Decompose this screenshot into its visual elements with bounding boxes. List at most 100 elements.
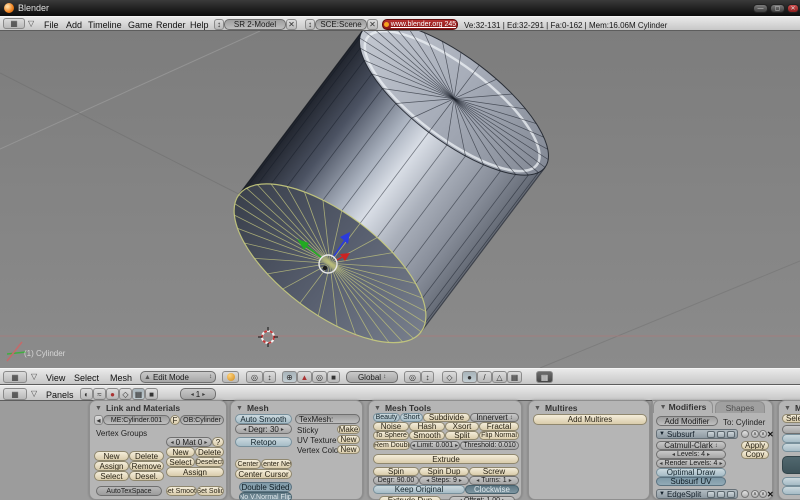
subsurf-cage-icon[interactable] [741, 430, 749, 438]
context-script-icon[interactable]: ≈ [93, 388, 106, 400]
steps-field[interactable]: ◂ Steps: 9 ▸ [419, 476, 469, 485]
no-vnormal-flip-toggle[interactable]: No V.Normal Flip [239, 492, 292, 500]
snap-icon[interactable]: ◇ [442, 371, 457, 383]
subsurf-uv-toggle[interactable]: Subsurf UV [656, 477, 726, 486]
degr-field[interactable]: ◂ Degr: 30 ▸ [235, 424, 292, 434]
manipulator-toggle-icon[interactable]: ⊕ [282, 371, 297, 383]
subdivide-button[interactable]: Subdivide [423, 413, 470, 422]
edgesplit-moveup-icon[interactable]: ∧ [751, 490, 759, 498]
partial-toggle-1[interactable] [782, 434, 800, 443]
context-object-icon[interactable]: ◇ [119, 388, 132, 400]
context-shading-icon[interactable]: ● [106, 388, 119, 400]
mat-assign-button[interactable]: Assign [166, 467, 224, 477]
view3d-window-type-icon[interactable]: ▦ [3, 371, 27, 383]
select-edge-icon[interactable]: / [477, 371, 492, 383]
add-multires-button[interactable]: Add Multires [533, 414, 647, 425]
partial-toggle-2[interactable] [782, 443, 800, 452]
turns-decrement-icon[interactable]: ◂ [476, 477, 479, 484]
scene-selector[interactable]: SCE:Scene [315, 19, 367, 30]
draw-type-icon[interactable] [222, 371, 239, 383]
steps-increment-icon[interactable]: ▸ [459, 477, 462, 484]
center-cursor-button[interactable]: Center Cursor [235, 469, 292, 479]
vgroup-new-button[interactable]: New [94, 451, 129, 461]
spin-degr-field[interactable]: Degr: 90.00 [373, 476, 419, 485]
scene-delete-icon[interactable]: ✕ [367, 19, 378, 30]
optimal-draw-toggle[interactable]: Optimal Draw [656, 468, 726, 477]
fake-user-button[interactable]: F [170, 415, 180, 425]
vgroup-deselect-button[interactable]: Desel. [129, 471, 164, 481]
degr-decrement-icon[interactable]: ◂ [243, 426, 246, 433]
panel-mesh-tools-header[interactable]: ▼ Mesh Tools [374, 403, 431, 413]
subsurf-copy-button[interactable]: Copy [741, 450, 769, 459]
manipulator-scale-icon[interactable]: ■ [327, 371, 340, 383]
clockwise-toggle[interactable]: Clockwise [465, 485, 519, 494]
extrude-button[interactable]: Extrude [373, 454, 519, 464]
proportional-dropdown-icon[interactable]: ↕ [421, 371, 434, 383]
subsurf-type-selector[interactable]: Catmull-Clark ↕ [656, 441, 726, 450]
mesh-browse-icon[interactable]: ◂ [94, 415, 103, 425]
tab-modifiers[interactable]: ▼ Modifiers [653, 400, 713, 413]
close-button[interactable]: ✕ [787, 4, 799, 13]
panel-partial-header[interactable]: ▼ M [784, 403, 800, 413]
edgesplit-cage-icon[interactable] [741, 490, 749, 498]
context-editing-icon[interactable]: ▦ [132, 388, 145, 400]
panel-multires-header[interactable]: ▼ Multires [534, 403, 578, 413]
center-button[interactable]: Center [235, 459, 261, 469]
vgroup-assign-button[interactable]: Assign [94, 461, 129, 471]
partial-toggle-4[interactable] [782, 486, 800, 495]
material-help-button[interactable]: ? [212, 437, 224, 447]
auto-smooth-toggle[interactable]: Auto Smooth [235, 414, 292, 424]
mat-select-button[interactable]: Select [166, 457, 195, 467]
manipulator-translate-icon[interactable]: ▲ [297, 371, 312, 383]
modifier-realtime-icon[interactable] [717, 491, 725, 498]
beauty-toggle[interactable]: Beauty [373, 413, 400, 422]
partial-toggle-3[interactable] [782, 477, 800, 486]
mode-selector[interactable]: ▲ Edit Mode ↕ [140, 371, 216, 383]
menu-select[interactable]: Select [74, 373, 99, 383]
menu-timeline[interactable]: Timeline [88, 20, 122, 30]
subsurf-modifier-strip[interactable]: ▼ Subsurf [656, 429, 738, 439]
panel-link-materials-header[interactable]: ▼ Link and Materials [95, 403, 180, 413]
innervert-selector[interactable]: Innervert ↕ [470, 413, 519, 422]
rlevels-decrement-icon[interactable]: ◂ [660, 460, 663, 467]
noise-button[interactable]: Noise [373, 422, 409, 431]
tab-shapes[interactable]: Shapes [715, 401, 765, 413]
manipulator-rotate-icon[interactable]: ◎ [312, 371, 327, 383]
menu-add[interactable]: Add [66, 20, 82, 30]
center-new-button[interactable]: Center New [261, 459, 292, 469]
partial-field-1[interactable] [782, 425, 800, 434]
threshold-field[interactable]: Threshold: 0.010 [460, 441, 519, 450]
limit-decrement-icon[interactable]: ◂ [412, 442, 415, 449]
texmesh-field[interactable]: TexMesh: [295, 414, 360, 424]
context-logic-icon[interactable]: ◐ [80, 388, 93, 400]
pivot-selector-icon[interactable]: ◎ [246, 371, 263, 383]
vgroup-select-button[interactable]: Select [94, 471, 129, 481]
select-vertex-icon[interactable]: ● [462, 371, 477, 383]
select-face-icon[interactable]: △ [492, 371, 507, 383]
degr-increment-icon[interactable]: ▸ [281, 426, 284, 433]
extrude-dup-button[interactable]: Extrude Dup [379, 496, 441, 500]
mat-delete-button[interactable]: Delete [195, 447, 224, 457]
frame-number-field[interactable]: ◂ 1 ▸ [180, 388, 216, 400]
menu-view[interactable]: View [46, 373, 65, 383]
mat-increment-icon[interactable]: ▸ [204, 439, 207, 446]
subsurf-levels-field[interactable]: ◂ Levels: 4 ▸ [656, 450, 726, 459]
menu-game[interactable]: Game [128, 20, 153, 30]
levels-increment-icon[interactable]: ▸ [707, 451, 710, 458]
split-button[interactable]: Split [445, 431, 479, 440]
render-preview-icon[interactable]: ▦ [536, 371, 553, 383]
turns-field[interactable]: ◂ Turns: 1 ▸ [469, 476, 519, 485]
edgesplit-movedown-icon[interactable]: ∨ [759, 490, 767, 498]
partial-select-button[interactable]: Sele [782, 414, 800, 423]
subsurf-apply-button[interactable]: Apply [741, 441, 769, 450]
screw-button[interactable]: Screw [469, 467, 519, 476]
fractal-button[interactable]: Fractal [479, 422, 519, 431]
subsurf-moveup-icon[interactable]: ∧ [751, 430, 759, 438]
modifier-expand-icon[interactable]: ▼ [659, 431, 665, 437]
screen-browse-icon[interactable]: ↕ [214, 19, 224, 30]
modifier-realtime-icon[interactable] [717, 431, 725, 438]
edgesplit-modifier-strip[interactable]: ▼ EdgeSplit [656, 489, 738, 499]
flip-normal-button[interactable]: Flip Normal [479, 431, 519, 440]
rlevels-increment-icon[interactable]: ▸ [719, 460, 722, 467]
limit-field[interactable]: ◂ Limit: 0.001 ▸ [410, 441, 460, 450]
